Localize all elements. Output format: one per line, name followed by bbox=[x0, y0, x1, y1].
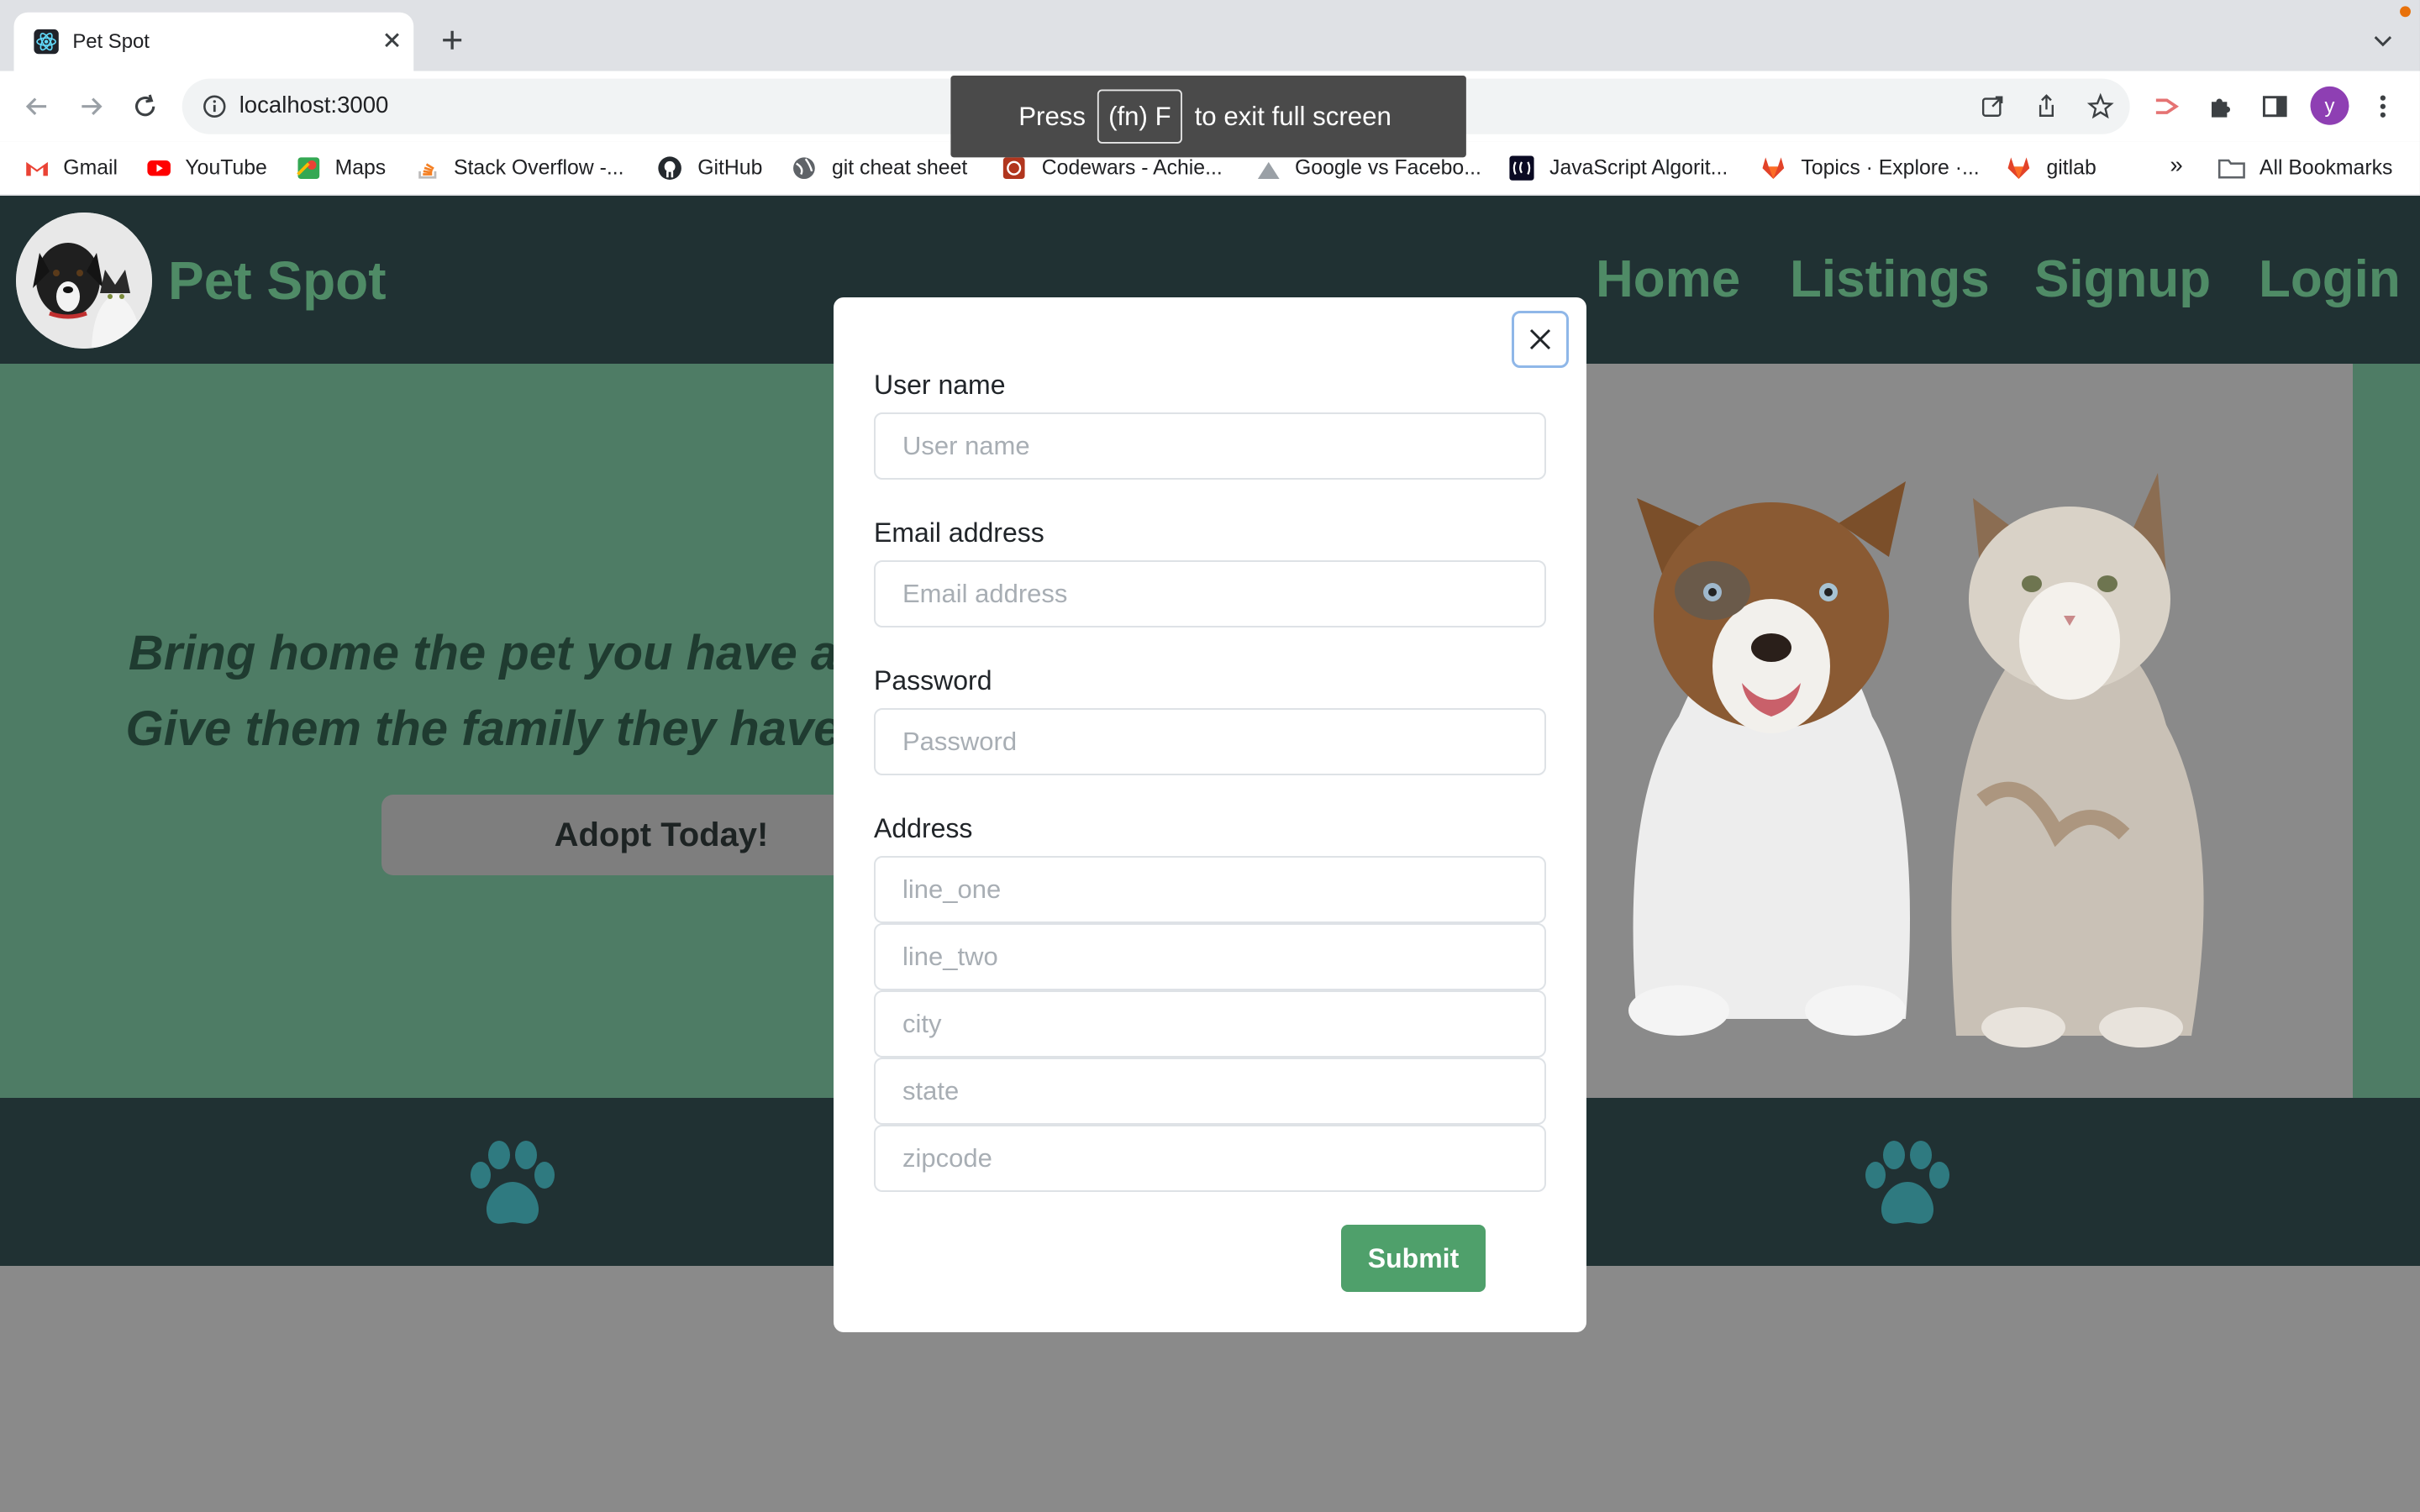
nav-login[interactable]: Login bbox=[2259, 249, 2401, 309]
hero-tagline: Bring home the pet you have a Give them … bbox=[0, 616, 966, 767]
bookmark-google-vs-facebook[interactable]: Google vs Facebo... bbox=[1295, 156, 1481, 180]
fullscreen-press-text: Press bbox=[1018, 102, 1086, 132]
logo-image[interactable] bbox=[16, 213, 152, 349]
update-indicator bbox=[2400, 6, 2411, 18]
hero-line-2: Give them the family they have bbox=[125, 701, 841, 756]
chevron-down-icon[interactable] bbox=[2370, 28, 2395, 52]
bookmark-github[interactable]: GitHub bbox=[697, 156, 762, 180]
hero-line-1: Bring home the pet you have a bbox=[128, 626, 839, 680]
all-bookmarks[interactable]: All Bookmarks bbox=[2260, 156, 2392, 180]
bookmark-git-cheat-sheet[interactable]: git cheat sheet bbox=[832, 156, 967, 180]
nav-home[interactable]: Home bbox=[1596, 249, 1740, 309]
password-input[interactable] bbox=[874, 708, 1546, 775]
state-input[interactable] bbox=[874, 1058, 1546, 1125]
profile-avatar[interactable]: y bbox=[2310, 86, 2349, 125]
folder-icon bbox=[2217, 156, 2245, 181]
info-icon[interactable] bbox=[201, 92, 229, 120]
tab-title: Pet Spot bbox=[72, 29, 150, 53]
fullscreen-notice: Press (fn) F to exit full screen bbox=[950, 75, 1466, 158]
more-bookmarks-chevron[interactable]: » bbox=[2170, 153, 2182, 179]
forward-icon[interactable] bbox=[76, 91, 107, 122]
browser-toolbar: localhost:3000 y Press (fn) F to exit fu… bbox=[0, 71, 2420, 158]
url-text: localhost:3000 bbox=[239, 92, 389, 119]
bookmark-codewars[interactable]: Codewars - Achie... bbox=[1042, 156, 1223, 180]
hero-pets-image bbox=[1586, 364, 2353, 1098]
close-icon bbox=[1529, 328, 1551, 350]
bookmark-javascript-algorithms[interactable]: JavaScript Algorit... bbox=[1549, 156, 1728, 180]
browser-chrome: Pet Spot localhost:3000 y Press (fn) F t… bbox=[0, 0, 2420, 197]
gmail-icon bbox=[24, 156, 49, 181]
username-input[interactable] bbox=[874, 412, 1546, 480]
kebab-menu-icon[interactable] bbox=[2367, 91, 2398, 122]
address-label: Address bbox=[874, 813, 973, 843]
back-icon[interactable] bbox=[22, 91, 53, 122]
youtube-icon bbox=[146, 156, 171, 181]
paw-icon bbox=[464, 1140, 561, 1228]
password-label: Password bbox=[874, 665, 992, 696]
cast-icon[interactable] bbox=[2151, 91, 2182, 122]
address-line-two-input[interactable] bbox=[874, 923, 1546, 990]
freecodecamp-icon bbox=[1509, 155, 1534, 181]
close-icon[interactable] bbox=[378, 26, 406, 54]
chart-icon bbox=[1256, 156, 1281, 181]
paw-icon bbox=[1859, 1140, 1956, 1228]
side-panel-icon[interactable] bbox=[2260, 91, 2291, 122]
bookmark-gmail[interactable]: Gmail bbox=[63, 156, 118, 180]
address-line-one-input[interactable] bbox=[874, 856, 1546, 923]
nav-signup[interactable]: Signup bbox=[2034, 249, 2211, 309]
codewars-icon bbox=[1002, 156, 1026, 181]
email-input[interactable] bbox=[874, 560, 1546, 627]
github-icon bbox=[657, 156, 681, 181]
maps-icon bbox=[297, 156, 321, 181]
email-label: Email address bbox=[874, 517, 1044, 548]
username-label: User name bbox=[874, 370, 1006, 400]
bookmark-maps[interactable]: Maps bbox=[335, 156, 387, 180]
gitlab-icon bbox=[1761, 156, 1786, 181]
bookmark-gitlab[interactable]: gitlab bbox=[2046, 156, 2096, 180]
puzzle-icon[interactable] bbox=[2206, 91, 2237, 122]
nav-listings[interactable]: Listings bbox=[1790, 249, 1990, 309]
site-brand[interactable]: Pet Spot bbox=[168, 249, 387, 312]
city-input[interactable] bbox=[874, 990, 1546, 1058]
plus-icon[interactable] bbox=[439, 26, 466, 54]
star-icon[interactable] bbox=[2086, 92, 2114, 120]
zipcode-input[interactable] bbox=[874, 1125, 1546, 1192]
signup-modal: User name Email address Password Address… bbox=[834, 297, 1586, 1332]
submit-button[interactable]: Submit bbox=[1341, 1225, 1486, 1292]
react-icon bbox=[34, 29, 59, 55]
open-external-icon[interactable] bbox=[1979, 92, 2007, 120]
close-button[interactable] bbox=[1512, 311, 1569, 368]
bookmark-topics-explore[interactable]: Topics · Explore ·... bbox=[1801, 156, 1979, 180]
fullscreen-key: (fn) F bbox=[1097, 89, 1182, 144]
gitlab-icon bbox=[2007, 156, 2031, 181]
fullscreen-rest-text: to exit full screen bbox=[1194, 102, 1392, 132]
tab-strip: Pet Spot bbox=[0, 0, 2420, 71]
bookmark-stackoverflow[interactable]: Stack Overflow -... bbox=[454, 156, 624, 180]
bookmark-youtube[interactable]: YouTube bbox=[185, 156, 266, 180]
reload-icon[interactable] bbox=[129, 91, 160, 122]
share-icon[interactable] bbox=[2033, 92, 2060, 120]
globe-icon bbox=[792, 156, 816, 181]
stackoverflow-icon bbox=[415, 156, 439, 181]
browser-tab[interactable]: Pet Spot bbox=[13, 12, 414, 71]
